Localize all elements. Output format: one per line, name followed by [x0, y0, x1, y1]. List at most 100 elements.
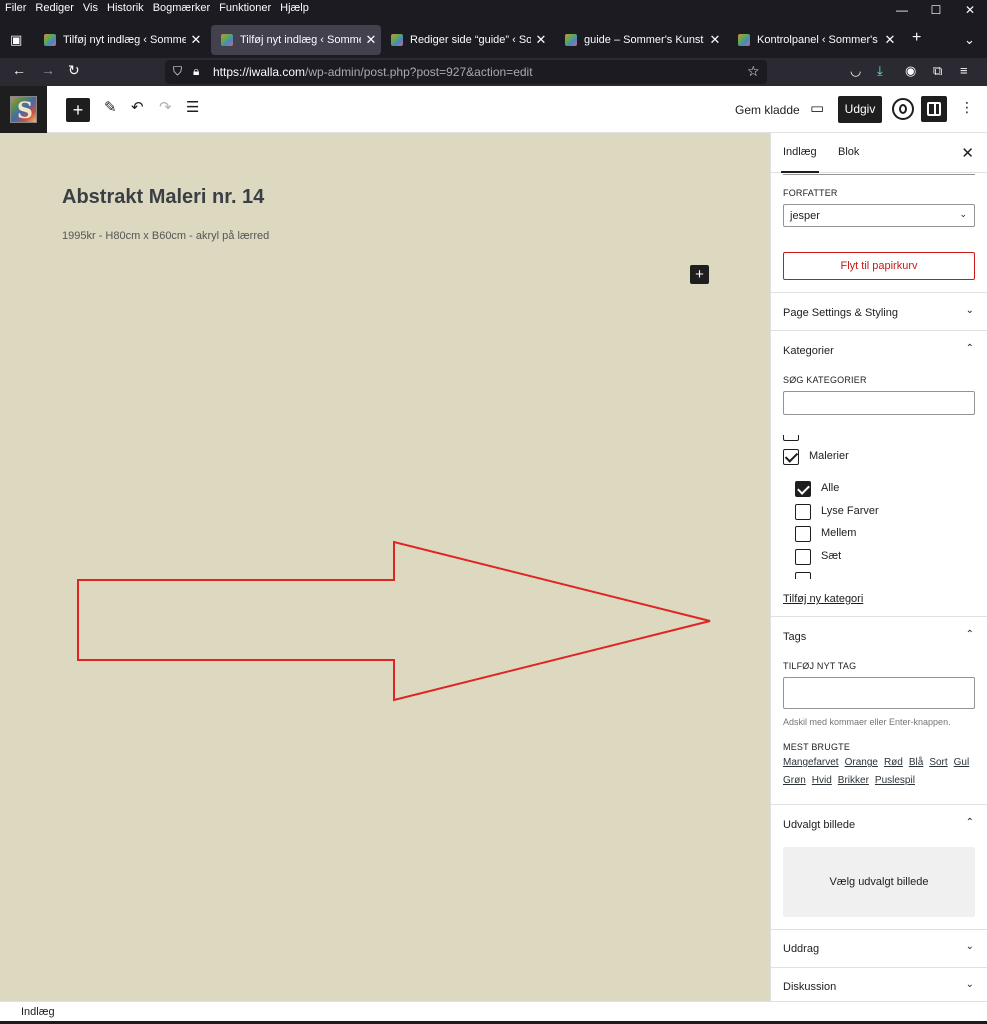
category-checkbox[interactable] [783, 449, 799, 465]
most-used-tags: Mangefarvet Orange Rød Blå Sort Gul Grøn Hvid Br… [783, 754, 978, 790]
menu-view[interactable]: Vis [78, 2, 102, 14]
close-tab-icon[interactable]: ✕ [531, 32, 551, 48]
minimize-icon[interactable]: — [885, 0, 919, 20]
add-new-category-link[interactable]: Tilføj ny kategori [783, 593, 863, 605]
set-featured-image-button[interactable]: Vælg udvalgt billede [783, 847, 975, 917]
download-icon[interactable]: ⤓ [877, 63, 883, 79]
editor-header: S + ✎ ↶ ↷ ☰ Gem kladde ▭ Udgiv ⋮ [0, 86, 987, 133]
close-tab-icon[interactable]: ✕ [880, 32, 900, 48]
close-sidebar-icon[interactable]: ✕ [961, 144, 974, 162]
add-tag-label: TILFØJ NYT TAG [783, 661, 857, 671]
url-domain: https://iwalla.com [213, 65, 306, 79]
bookmark-star-icon[interactable]: ☆ [747, 63, 760, 80]
tag-link[interactable]: Grøn [783, 775, 806, 786]
category-label: Alle [821, 482, 840, 494]
tag-link[interactable]: Orange [845, 757, 878, 768]
category-checkbox[interactable] [783, 435, 799, 441]
site-logo[interactable]: S [0, 86, 47, 133]
browser-tab-1[interactable]: Tilføj nyt indlæg ‹ Sommer's Ku ✕ [34, 25, 206, 55]
pen-tool-icon[interactable]: ✎ [104, 98, 117, 116]
new-tab-icon[interactable]: + [912, 29, 921, 47]
browser-tab-5[interactable]: Kontrolpanel ‹ Sommer's Kunst ✕ [728, 25, 900, 55]
author-value: jesper [790, 210, 820, 222]
editor-canvas[interactable]: Abstrakt Maleri nr. 14 1995kr - H80cm x … [0, 133, 770, 1001]
maximize-icon[interactable]: ☐ [919, 0, 953, 20]
undo-icon[interactable]: ↶ [131, 98, 144, 116]
menu-file[interactable]: Filer [0, 2, 30, 14]
panel-page-settings[interactable]: Page Settings & Styling ⌄ [771, 292, 987, 330]
extensions-icon[interactable]: ⧉ [933, 63, 942, 79]
close-tab-icon[interactable]: ✕ [186, 32, 206, 48]
close-window-icon[interactable]: ✕ [953, 0, 987, 20]
menu-edit[interactable]: Rediger [30, 2, 78, 14]
settings-sidebar: Indlæg Blok ✕ FORFATTER jesper ⌄ Flyt ti… [770, 133, 987, 1001]
lock-icon[interactable]: 🔒︎ [193, 64, 199, 79]
url-bar[interactable]: ⛉ 🔒︎ https://iwalla.com/wp-admin/post.ph… [165, 60, 767, 84]
tag-link[interactable]: Rød [884, 757, 903, 768]
list-tabs-chevron-icon[interactable]: ⌄ [964, 32, 975, 48]
document-overview-icon[interactable]: ☰ [186, 98, 199, 116]
panel-title[interactable]: Udvalgt billede [783, 819, 855, 831]
panel-discussion[interactable]: Diskussion ⌄ [771, 967, 987, 1001]
tag-link[interactable]: Puslespil [875, 775, 915, 786]
options-more-icon[interactable]: ⋮ [960, 99, 974, 116]
close-tab-icon[interactable]: ✕ [361, 32, 381, 48]
panel-title: Page Settings & Styling [783, 307, 898, 319]
search-categories-input[interactable] [783, 391, 975, 415]
panel-title[interactable]: Kategorier [783, 345, 834, 357]
chevron-up-icon[interactable]: ⌃ [966, 817, 974, 828]
hamburger-menu-icon[interactable]: ≡ [960, 63, 968, 78]
tab-title: Kontrolpanel ‹ Sommer's Kunst [757, 34, 880, 46]
chevron-up-icon[interactable]: ⌃ [966, 629, 974, 640]
tag-link[interactable]: Blå [909, 757, 923, 768]
account-icon[interactable]: ◉ [905, 63, 916, 79]
browser-tab-4[interactable]: guide – Sommer's Kunst ✕ [555, 25, 725, 55]
settings-sidebar-toggle-icon[interactable] [921, 96, 947, 122]
shield-icon[interactable]: ⛉ [173, 64, 182, 79]
menu-tools[interactable]: Funktioner [214, 2, 275, 14]
category-checkbox[interactable] [795, 481, 811, 497]
tab-post[interactable]: Indlæg [781, 146, 819, 173]
category-checkbox[interactable] [795, 572, 811, 579]
save-draft-button[interactable]: Gem kladde [735, 103, 800, 117]
forward-arrow-icon[interactable]: → [41, 62, 55, 78]
panel-title[interactable]: Tags [783, 631, 806, 643]
browser-tab-3[interactable]: Rediger side “guide” ‹ Sommer ✕ [381, 25, 551, 55]
preview-laptop-icon[interactable]: ▭ [810, 99, 824, 117]
tag-link[interactable]: Brikker [838, 775, 869, 786]
window-controls: — ☐ ✕ [885, 0, 987, 20]
tab-title: guide – Sommer's Kunst [584, 34, 704, 46]
panel-excerpt[interactable]: Uddrag ⌄ [771, 929, 987, 967]
reload-icon[interactable]: ↻ [68, 62, 80, 79]
tag-link[interactable]: Sort [929, 757, 947, 768]
menu-help[interactable]: Hjælp [275, 2, 313, 14]
category-checkbox[interactable] [795, 549, 811, 565]
chevron-down-icon: ⌄ [965, 305, 974, 316]
tab-block[interactable]: Blok [838, 146, 859, 158]
redo-icon[interactable]: ↷ [159, 98, 172, 116]
block-inserter-button[interactable]: + [66, 98, 90, 122]
firefox-view-icon[interactable]: ▣ [10, 32, 22, 48]
chevron-down-icon: ⌄ [965, 979, 974, 990]
back-arrow-icon[interactable]: ← [12, 62, 26, 78]
plugin-o-icon[interactable] [892, 98, 914, 120]
pocket-icon[interactable]: ◡ [850, 63, 861, 79]
close-tab-icon[interactable]: ✕ [705, 32, 725, 48]
category-checkbox[interactable] [795, 504, 811, 520]
menu-history[interactable]: Historik [102, 2, 148, 14]
panel-featured-image: Udvalgt billede ⌃ Vælg udvalgt billede [771, 804, 987, 929]
move-to-trash-button[interactable]: Flyt til papirkurv [783, 252, 975, 280]
category-list[interactable]: Malerier Alle Lyse Farver Mellem Sæt [783, 435, 978, 579]
add-tag-input[interactable] [783, 677, 975, 709]
tag-link[interactable]: Hvid [812, 775, 832, 786]
author-select[interactable]: jesper ⌄ [783, 204, 975, 227]
logo-letter: S [17, 98, 33, 124]
browser-tab-2-active[interactable]: Tilføj nyt indlæg ‹ Sommer's Ku ✕ [211, 25, 381, 55]
publish-button[interactable]: Udgiv [838, 96, 882, 123]
category-checkbox[interactable] [795, 526, 811, 542]
menu-bookmarks[interactable]: Bogmærker [148, 2, 214, 14]
chevron-up-icon[interactable]: ⌃ [966, 343, 974, 354]
breadcrumb-post[interactable]: Indlæg [21, 1006, 55, 1018]
tag-link[interactable]: Mangefarvet [783, 757, 839, 768]
tag-link[interactable]: Gul [954, 757, 970, 768]
